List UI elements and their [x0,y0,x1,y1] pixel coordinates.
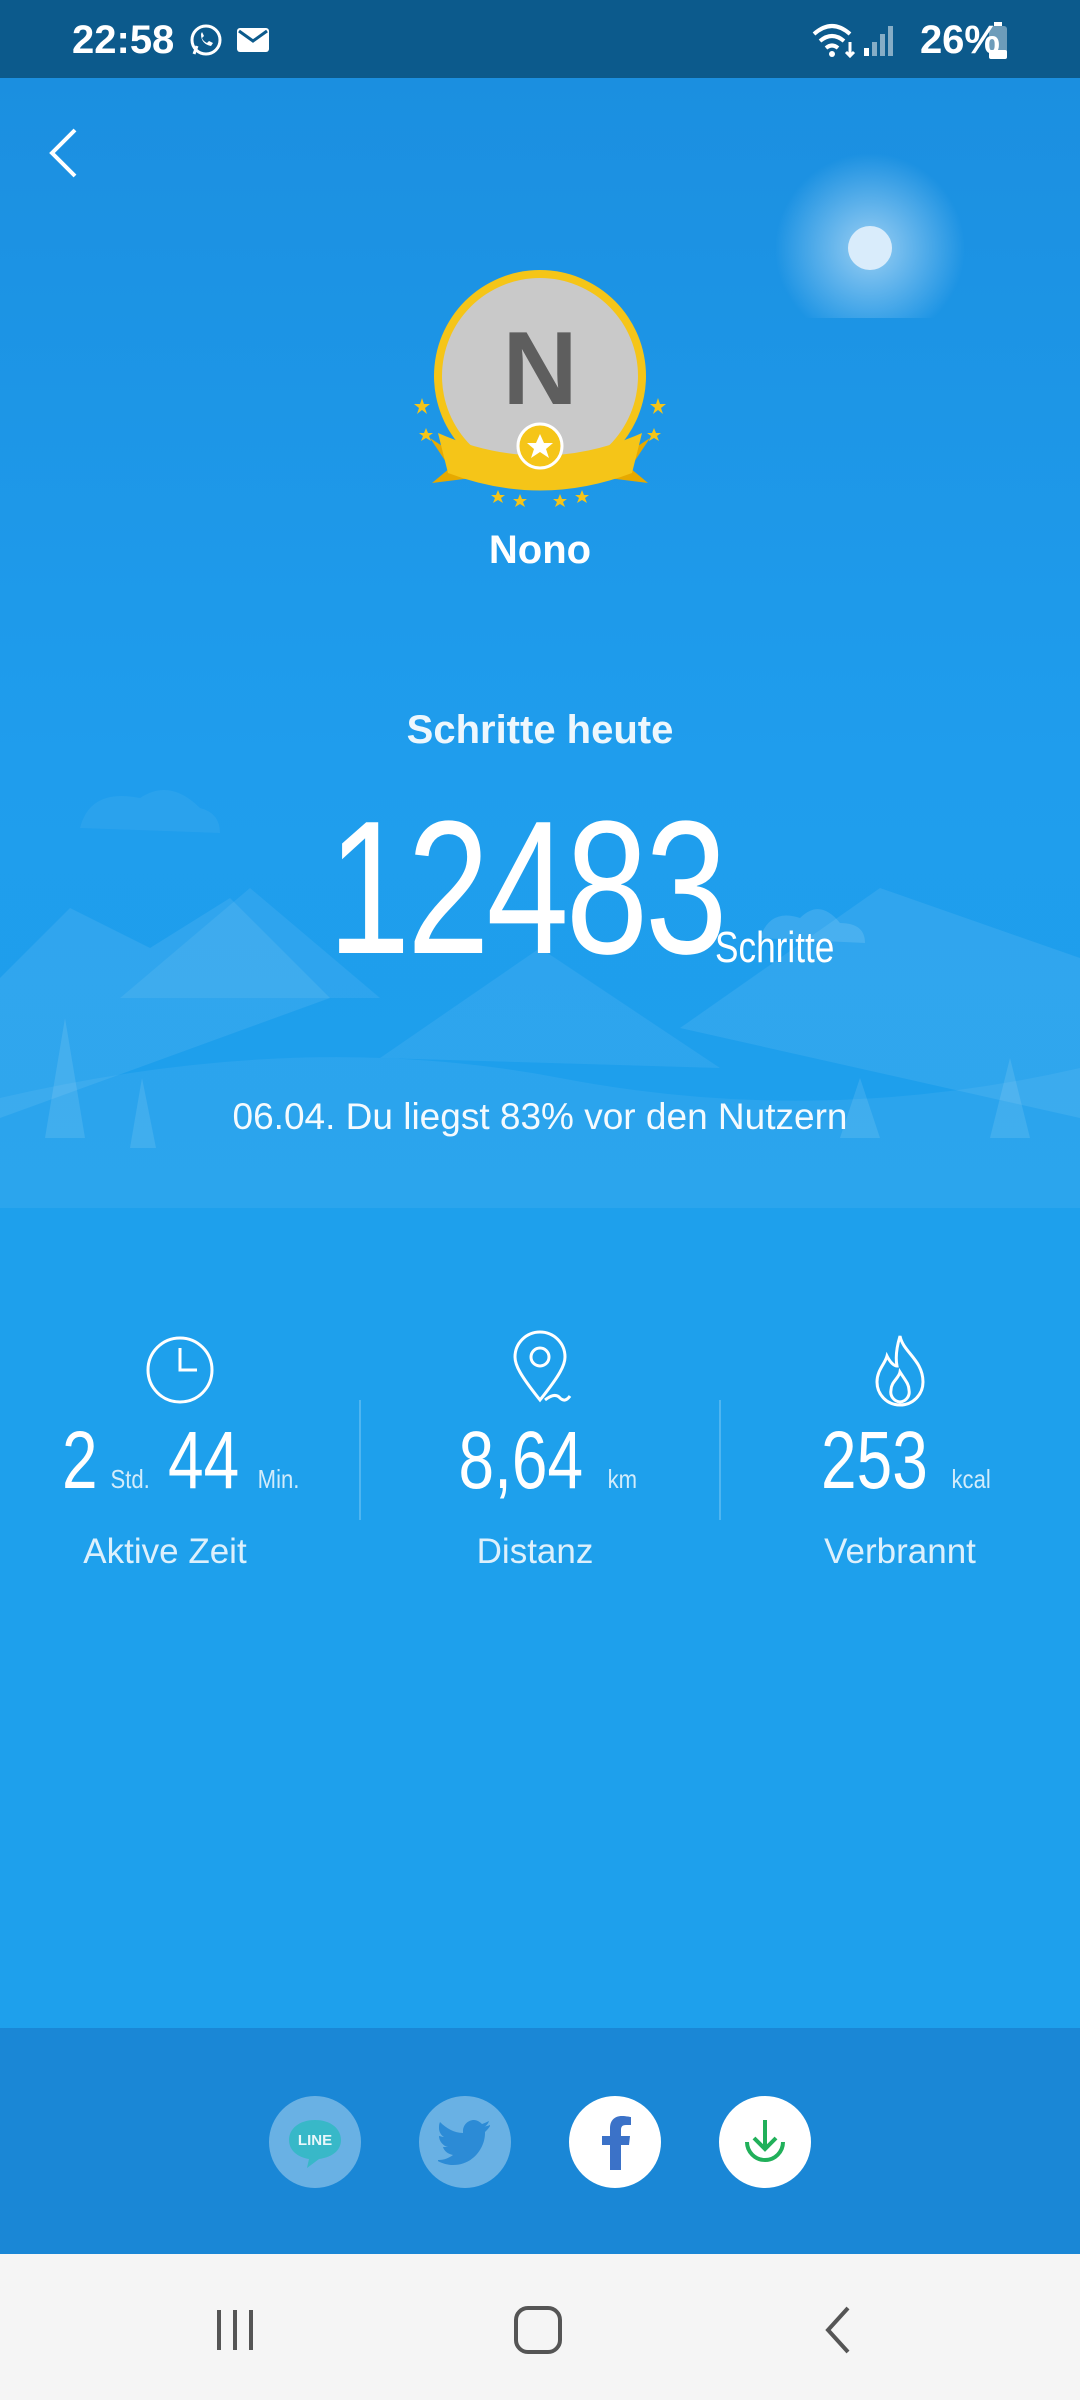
line-icon: LINE [289,2120,341,2168]
nav-back-icon[interactable] [810,2300,870,2360]
twitter-icon [438,2120,490,2165]
burned-unit: kcal [950,1464,991,1494]
clock-icon [146,1336,214,1404]
burned-value: 253 [821,1415,929,1506]
avatar-initial: N [502,311,578,427]
active-hours: 2 [62,1415,98,1506]
active-minutes: 44 [168,1415,240,1506]
line-icon-label: LINE [298,2132,332,2149]
battery-icon [989,22,1007,59]
download-button[interactable] [719,2096,811,2188]
email-icon [237,28,269,52]
active-time-label: Aktive Zeit [83,1532,247,1571]
distance-value: 8,64 [458,1415,583,1506]
active-time-values: 2 Std. 44 Min. [0,1420,360,1502]
location-pin-icon [513,1330,572,1403]
burned-values: 253 kcal [720,1420,1080,1502]
recent-apps-icon[interactable] [205,2300,265,2360]
sun-decoration [775,153,965,318]
signal-icon [864,26,893,56]
user-name: Nono [488,528,592,572]
distance-label: Distanz [476,1532,594,1571]
facebook-icon [602,2116,631,2170]
stat-distance: 8,64 km Distanz [360,1300,720,1580]
rank-text: 06.04. Du liegst 83% vor den Nutzern [232,1096,848,1137]
wifi-icon [812,24,856,59]
stat-active-time: 2 Std. 44 Min. Aktive Zeit [0,1300,360,1580]
avatar: N [410,268,670,518]
share-twitter-button[interactable] [419,2096,511,2188]
whatsapp-icon [190,24,222,56]
flame-icon [875,1335,925,1407]
steps-unit: Schritte [714,923,834,972]
steps-value: 12483 [328,782,728,994]
home-icon[interactable] [508,2300,568,2360]
system-nav-bar [0,2254,1080,2400]
stats-section: 2 Std. 44 Min. Aktive Zeit 8,64 km Dista… [0,1300,1080,1600]
active-hours-unit: Std. [110,1464,151,1494]
back-button[interactable] [40,118,90,188]
steps-count: 12483Schritte [0,793,1080,983]
share-facebook-button[interactable] [569,2096,661,2188]
distance-unit: km [607,1464,637,1494]
download-icon [745,2120,785,2162]
stat-burned: 253 kcal Verbrannt [720,1300,1080,1580]
burned-label: Verbrannt [824,1532,976,1571]
status-time: 22:58 [72,18,175,62]
steps-label: Schritte heute [406,708,674,752]
share-bar: LINE [0,2028,1080,2254]
distance-values: 8,64 km [360,1420,720,1502]
share-line-button[interactable]: LINE [269,2096,361,2188]
hero-section: N Nono Schritte heute 12483Schritte 06.0… [0,78,1080,1208]
active-minutes-unit: Min. [257,1464,300,1494]
status-bar: 22:58 26% [0,0,1080,78]
